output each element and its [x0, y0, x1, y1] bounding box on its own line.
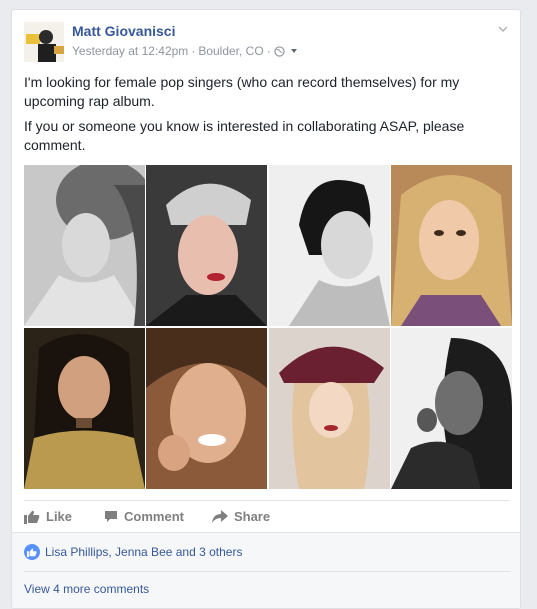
view-more-comments-link[interactable]: View 4 more comments [24, 582, 149, 596]
like-button[interactable]: Like [24, 509, 72, 524]
comment-icon [105, 511, 118, 522]
photo-6[interactable] [146, 328, 268, 489]
photo-4[interactable] [390, 165, 512, 326]
share-button[interactable]: Share [211, 509, 271, 524]
meta-separator: · [266, 44, 271, 58]
photo-2[interactable] [146, 165, 268, 326]
photo-grid [24, 165, 512, 489]
comment-label: Comment [124, 509, 184, 524]
reaction-summary[interactable]: Lisa Phillips, Jenna Bee and 3 others [24, 544, 242, 560]
reactions-panel: Lisa Phillips, Jenna Bee and 3 others Vi… [12, 532, 520, 608]
globe-icon[interactable] [274, 45, 285, 57]
reaction-names[interactable]: Lisa Phillips, Jenna Bee and 3 others [45, 545, 242, 559]
share-label: Share [233, 509, 271, 524]
meta-separator: · [191, 44, 196, 58]
photo-1[interactable] [24, 165, 145, 326]
avatar[interactable] [24, 22, 64, 62]
privacy-dropdown-icon[interactable] [289, 46, 299, 56]
divider [24, 571, 510, 572]
post-card: Matt Giovanisci Yesterday at 12:42pm · B… [11, 9, 521, 609]
post-meta: Yesterday at 12:42pm · Boulder, CO · [72, 44, 299, 58]
timestamp[interactable]: Yesterday at 12:42pm [72, 44, 188, 58]
location[interactable]: Boulder, CO [198, 44, 263, 58]
post-paragraph: If you or someone you know is interested… [24, 118, 465, 153]
like-reaction-icon [24, 544, 40, 560]
comment-button[interactable]: Comment [104, 509, 184, 524]
post-text: I'm looking for female pop singers (who … [24, 73, 510, 155]
post-paragraph: I'm looking for female pop singers (who … [24, 74, 460, 109]
photo-5[interactable] [24, 328, 145, 489]
thumbs-up-icon [24, 510, 40, 524]
like-label: Like [46, 509, 73, 524]
action-bar: Like Comment Share [24, 500, 510, 532]
chevron-down-icon[interactable] [498, 24, 508, 34]
photo-7[interactable] [268, 328, 390, 489]
photo-8[interactable] [390, 328, 512, 489]
author-name[interactable]: Matt Giovanisci [72, 23, 175, 39]
share-icon [211, 510, 228, 523]
photo-3[interactable] [268, 165, 390, 326]
